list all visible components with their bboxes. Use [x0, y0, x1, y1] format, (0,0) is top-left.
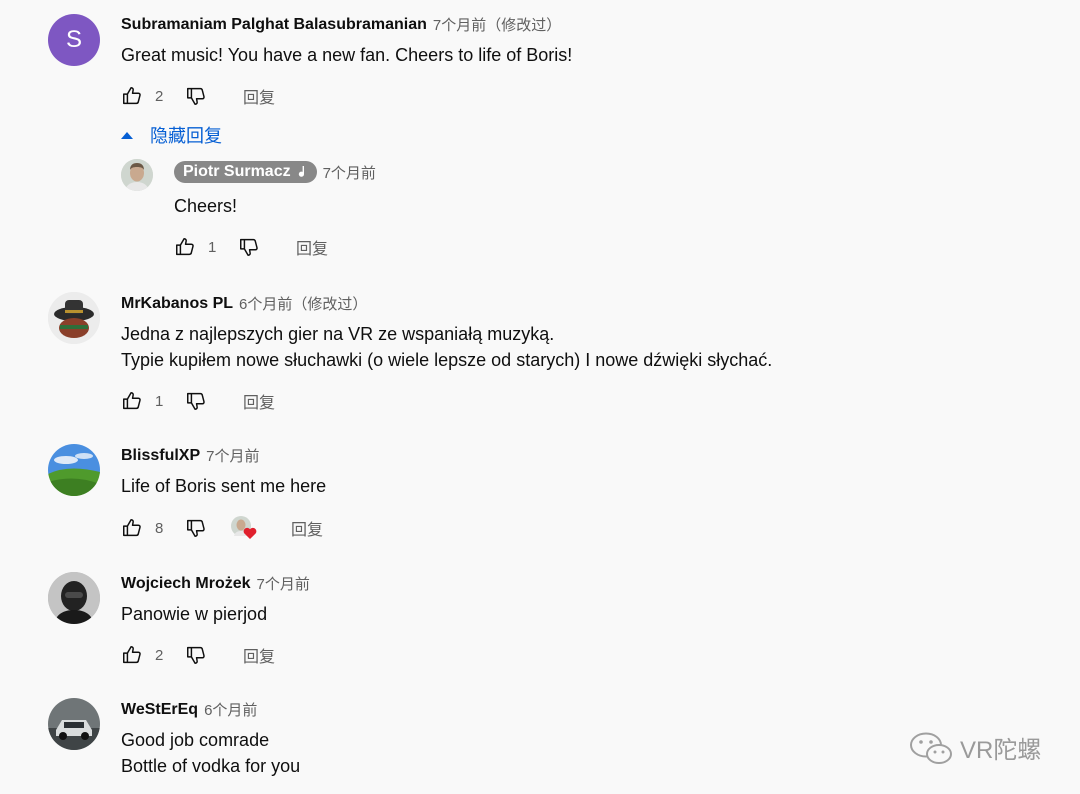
- comment-header: BlissfulXP 7个月前: [121, 445, 259, 466]
- comment-text: Life of Boris sent me here: [121, 473, 326, 499]
- like-count: 1: [208, 238, 217, 256]
- bliss-landscape-avatar-image: [48, 444, 100, 496]
- comment-text: Panowie w pierjod: [121, 601, 267, 627]
- like-icon[interactable]: [121, 85, 143, 107]
- person-avatar-image: [121, 159, 153, 191]
- like-icon[interactable]: [121, 390, 143, 412]
- comment-text: Good job comrade Bottle of vodka for you: [121, 727, 300, 779]
- comment-actions: 2 回复: [121, 84, 275, 108]
- timestamp[interactable]: 6个月前（修改过）: [239, 293, 367, 314]
- comment-actions: 2 回复: [121, 643, 275, 667]
- timestamp[interactable]: 7个月前: [206, 445, 259, 466]
- author-name[interactable]: BlissfulXP: [121, 447, 200, 465]
- avatar[interactable]: [48, 292, 100, 344]
- watermark: VR陀螺: [908, 730, 1041, 765]
- comment-line: Typie kupiłem nowe słuchawki (o wiele le…: [121, 350, 773, 370]
- reply-button[interactable]: 回复: [243, 643, 275, 667]
- reply-text: Cheers!: [174, 196, 238, 216]
- author-name[interactable]: Subramaniam Palghat Balasubramanian: [121, 16, 427, 34]
- reply-button[interactable]: 回复: [291, 516, 323, 540]
- like-count: 2: [155, 646, 164, 664]
- comment-line: Bottle of vodka for you: [121, 756, 301, 776]
- timestamp[interactable]: 7个月前: [257, 573, 310, 594]
- reply-header: Piotr Surmacz 7个月前: [174, 161, 376, 183]
- timestamp[interactable]: 6个月前: [204, 699, 257, 720]
- like-count: 1: [155, 392, 164, 410]
- avatar[interactable]: [48, 572, 100, 624]
- dislike-icon[interactable]: [185, 390, 207, 412]
- comment-line: Good job comrade: [121, 730, 270, 750]
- watermark-text: VR陀螺: [960, 737, 1042, 764]
- car-avatar-image: [48, 698, 100, 750]
- like-icon[interactable]: [174, 236, 196, 258]
- comment-header: MrKabanos PL 6个月前（修改过）: [121, 293, 367, 314]
- comment-actions: 1 回复: [121, 389, 275, 413]
- comment-text: Great music! You have a new fan. Cheers …: [121, 42, 572, 68]
- timestamp[interactable]: 7个月前（修改过）: [433, 14, 561, 35]
- dislike-icon[interactable]: [185, 517, 207, 539]
- comment-header: Subramaniam Palghat Balasubramanian 7个月前…: [121, 14, 561, 35]
- reply-actions: 1 回复: [174, 235, 328, 259]
- author-name[interactable]: Wojciech Mrożek: [121, 575, 251, 593]
- masked-person-avatar-image: [48, 572, 100, 624]
- avatar[interactable]: [121, 159, 153, 191]
- comment-text: Jedna z najlepszych gier na VR ze wspani…: [121, 321, 772, 373]
- caret-up-icon: [121, 132, 133, 139]
- comment-line: Panowie w pierjod: [121, 604, 268, 624]
- hat-avatar-image: [48, 292, 100, 344]
- wechat-icon: [910, 732, 952, 764]
- comment-header: WeStErEq 6个月前: [121, 699, 257, 720]
- author-name: Piotr Surmacz: [183, 163, 291, 180]
- comment-line: Jedna z najlepszych gier na VR ze wspani…: [121, 324, 555, 344]
- hide-replies-button[interactable]: 隐藏回复: [120, 122, 222, 148]
- reply-button[interactable]: 回复: [243, 389, 275, 413]
- creator-badge[interactable]: Piotr Surmacz: [174, 161, 317, 183]
- dislike-icon[interactable]: [185, 644, 207, 666]
- creator-heart-badge: [231, 516, 257, 540]
- comment-line: Great music! You have a new fan. Cheers …: [121, 45, 573, 65]
- music-note-icon: [298, 166, 304, 177]
- reply-button[interactable]: 回复: [243, 84, 275, 108]
- author-name[interactable]: WeStErEq: [121, 701, 198, 719]
- like-icon[interactable]: [121, 517, 143, 539]
- author-name[interactable]: MrKabanos PL: [121, 295, 233, 313]
- like-icon[interactable]: [121, 644, 143, 666]
- like-count: 8: [155, 519, 164, 537]
- dislike-icon[interactable]: [238, 236, 260, 258]
- dislike-icon[interactable]: [185, 85, 207, 107]
- heart-icon: [243, 527, 257, 539]
- avatar[interactable]: [48, 698, 100, 750]
- avatar[interactable]: S: [48, 14, 100, 66]
- comment-actions: 8 回复: [121, 516, 323, 540]
- comment-header: Wojciech Mrożek 7个月前: [121, 573, 310, 594]
- reply-button[interactable]: 回复: [296, 235, 328, 259]
- hide-replies-label: 隐藏回复: [150, 126, 222, 146]
- avatar[interactable]: [48, 444, 100, 496]
- avatar-letter: S: [65, 26, 82, 53]
- timestamp[interactable]: 7个月前: [323, 162, 376, 183]
- comment-line: Life of Boris sent me here: [121, 476, 327, 496]
- like-count: 2: [155, 87, 164, 105]
